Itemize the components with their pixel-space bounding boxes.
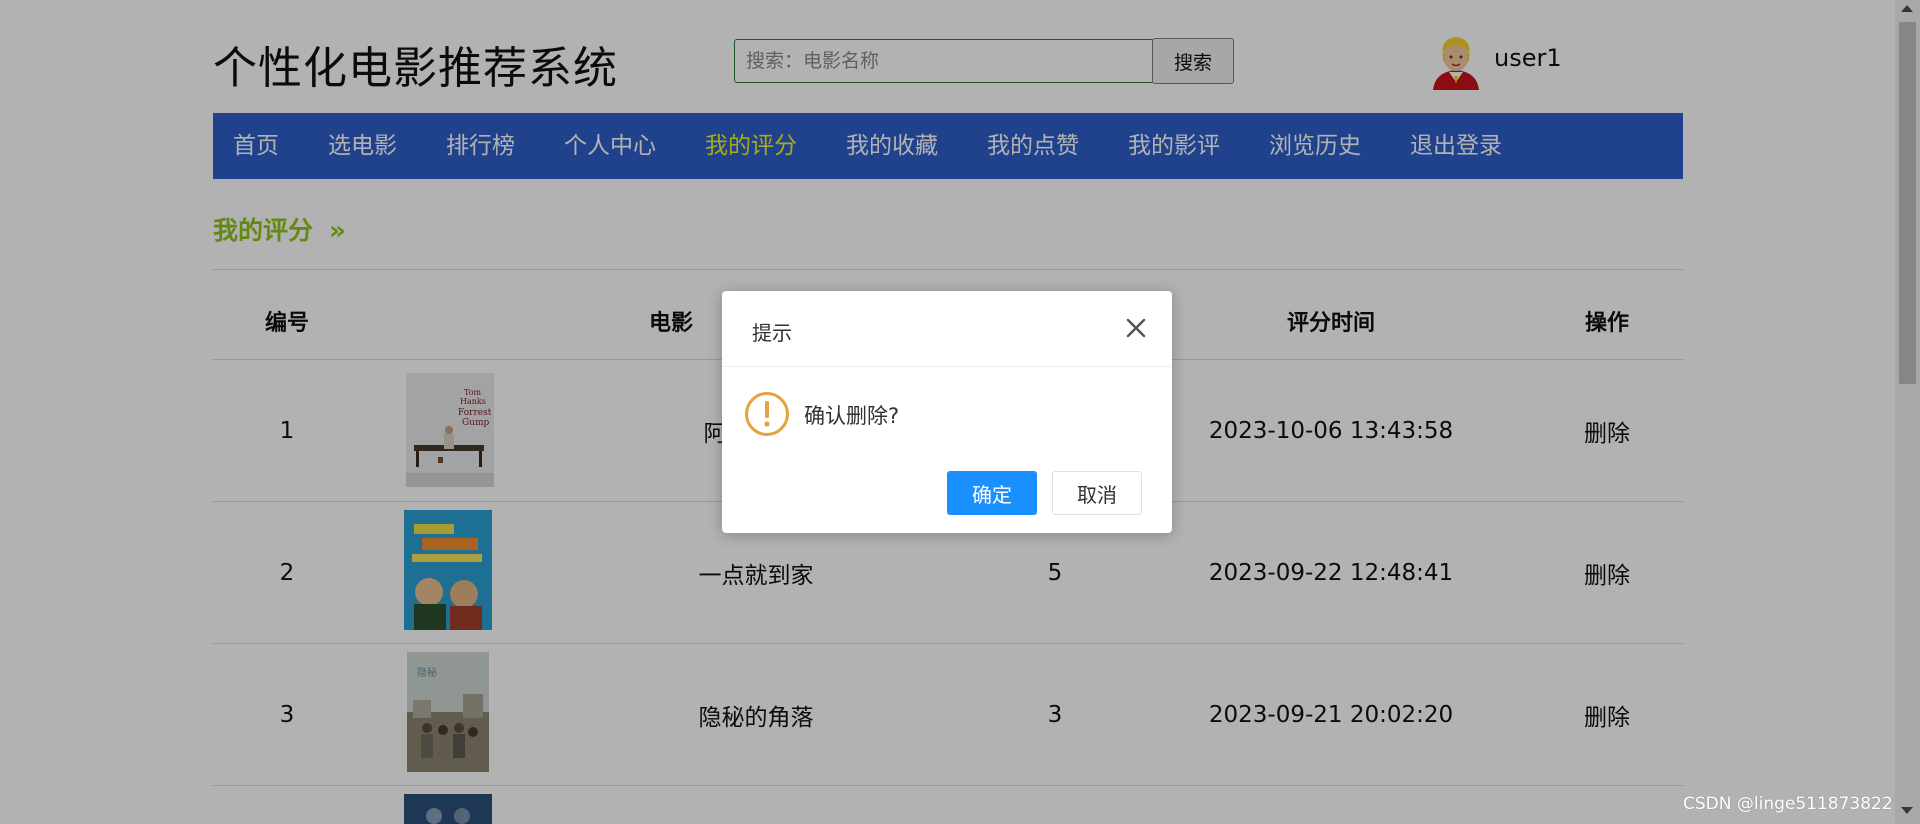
warning-icon — [745, 392, 789, 436]
dialog-message: 确认删除? — [804, 404, 900, 428]
dialog-title: 提示 — [752, 321, 792, 345]
watermark: CSDN @linge511873822 — [1683, 794, 1893, 814]
cancel-button[interactable]: 取消 — [1052, 471, 1142, 515]
confirm-button[interactable]: 确定 — [947, 471, 1037, 515]
confirm-dialog: 提示 确认删除? 确定 取消 — [722, 291, 1172, 533]
close-icon[interactable] — [1124, 316, 1148, 340]
dialog-divider — [722, 366, 1172, 367]
